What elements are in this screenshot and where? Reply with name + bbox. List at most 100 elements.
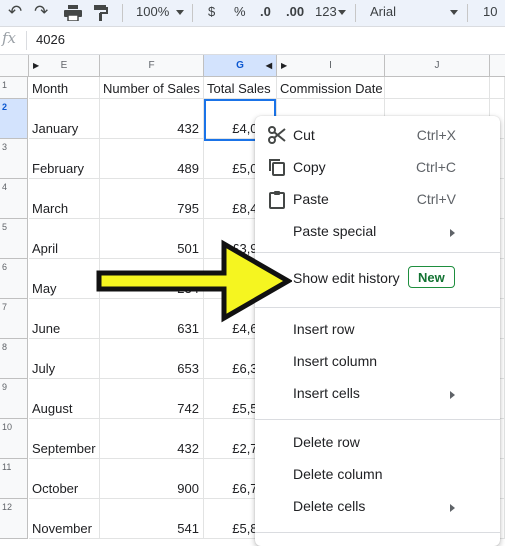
menu-shortcut: Ctrl+C — [415, 159, 456, 175]
formula-divider — [26, 31, 27, 50]
cell-month[interactable]: August — [29, 379, 100, 419]
cell-month[interactable]: July — [29, 339, 100, 379]
header-cell[interactable] — [385, 77, 490, 99]
undo-icon[interactable]: ↶ — [8, 0, 22, 26]
row-header[interactable]: 11 — [0, 459, 28, 499]
header-cell[interactable]: Month — [29, 77, 100, 99]
column-label: F — [148, 60, 155, 71]
cell-month[interactable]: June — [29, 299, 100, 339]
formula-input[interactable]: 4026 — [36, 32, 65, 47]
header-cell[interactable]: Total Sales — [204, 77, 277, 99]
currency-button[interactable]: $ — [208, 0, 215, 26]
column-label: I — [329, 60, 332, 71]
print-icon[interactable] — [64, 5, 82, 22]
font-size-input[interactable]: 10 — [483, 0, 497, 26]
column-header-i[interactable]: ▶ I — [277, 55, 385, 77]
cell-month[interactable]: April — [29, 219, 100, 259]
cell-text: March — [32, 201, 69, 216]
row-header[interactable]: 3 — [0, 139, 28, 179]
font-select[interactable]: Arial — [370, 0, 396, 26]
menu-item-label: Copy — [293, 159, 326, 175]
cell-month[interactable]: February — [29, 139, 100, 179]
fx-icon: fx — [2, 29, 17, 47]
row-header[interactable]: 1 — [0, 77, 28, 99]
row-header[interactable]: 6 — [0, 259, 28, 299]
row-header[interactable]: 5 — [0, 219, 28, 259]
cell-text: April — [32, 241, 59, 256]
menu-divider — [255, 419, 500, 420]
menu-item-insert-cells[interactable]: Insert cells — [255, 379, 500, 409]
percent-button[interactable]: % — [234, 0, 246, 26]
cell-text: June — [32, 321, 61, 336]
paint-format-icon[interactable] — [94, 5, 108, 21]
cell-month[interactable]: November — [29, 499, 100, 539]
cell-month[interactable]: May — [29, 259, 100, 299]
cell-text: February — [32, 161, 85, 176]
cell-number-of-sales[interactable]: 541 — [100, 499, 204, 539]
clipboard-icon — [269, 191, 285, 209]
header-cell[interactable]: Number of Sales — [100, 77, 204, 99]
toolbar-divider — [192, 4, 193, 22]
header-cell[interactable]: Commission Date — [277, 77, 385, 99]
menu-item-label: Paste — [293, 191, 329, 207]
cell-number-of-sales[interactable]: 795 — [100, 179, 204, 219]
menu-item-copy[interactable]: Copy Ctrl+C — [255, 153, 500, 183]
cell-number-of-sales[interactable]: 489 — [100, 139, 204, 179]
cell-number-of-sales[interactable]: 900 — [100, 459, 204, 499]
cell-text: May — [32, 281, 57, 296]
menu-item-cut[interactable]: Cut Ctrl+X — [255, 121, 500, 151]
header-cell[interactable] — [490, 77, 505, 99]
cell-text: 795 — [177, 201, 199, 216]
font-dropdown-icon[interactable] — [450, 10, 458, 15]
cell-text: September — [32, 441, 96, 456]
cell-month[interactable]: January — [29, 99, 100, 139]
menu-item-label: Delete row — [293, 434, 360, 450]
menu-item-label: Delete cells — [293, 498, 366, 514]
zoom-select[interactable]: 100% — [136, 0, 169, 26]
column-header-g[interactable]: G ◀ — [204, 55, 277, 77]
menu-shortcut: Ctrl+V — [416, 191, 456, 207]
select-all-corner[interactable] — [0, 55, 29, 77]
cell-number-of-sales[interactable]: 432 — [100, 419, 204, 459]
cell-month[interactable]: October — [29, 459, 100, 499]
column-header-e[interactable]: ▶ E — [29, 55, 100, 77]
column-label: J — [434, 60, 440, 71]
menu-item-delete-column[interactable]: Delete column — [255, 460, 500, 490]
menu-item-delete-row[interactable]: Delete row — [255, 428, 500, 458]
menu-item-delete-cells[interactable]: Delete cells — [255, 492, 500, 522]
redo-icon[interactable]: ↷ — [34, 0, 48, 26]
menu-item-label: Show edit history — [293, 270, 400, 286]
scissors-icon — [268, 126, 286, 144]
cell-month[interactable]: September — [29, 419, 100, 459]
menu-item-label: Insert cells — [293, 385, 360, 401]
row-header[interactable]: 12 — [0, 499, 28, 539]
cell-text: Total Sales — [207, 81, 271, 96]
row-header[interactable]: 10 — [0, 419, 28, 459]
row-header[interactable]: 4 — [0, 179, 28, 219]
row-header[interactable]: 7 — [0, 299, 28, 339]
zoom-dropdown-icon[interactable] — [176, 10, 184, 15]
decrease-decimal-button[interactable]: .0 — [260, 0, 271, 26]
menu-item-insert-column[interactable]: Insert column — [255, 347, 500, 377]
cell-number-of-sales[interactable]: 742 — [100, 379, 204, 419]
column-header-f[interactable]: F — [100, 55, 204, 77]
row-header[interactable]: 2 — [0, 99, 28, 139]
more-formats-dropdown-icon[interactable] — [338, 10, 346, 15]
cell-text: 653 — [177, 361, 199, 376]
row-header[interactable]: 8 — [0, 339, 28, 379]
column-collapse-arrow-icon: ◀ — [265, 61, 272, 70]
cell-number-of-sales[interactable]: 432 — [100, 99, 204, 139]
column-header-j[interactable]: J — [385, 55, 490, 77]
menu-shortcut: Ctrl+X — [416, 127, 456, 143]
cell-month[interactable]: March — [29, 179, 100, 219]
column-header-next[interactable] — [490, 55, 505, 77]
menu-item-label: Cut — [293, 127, 315, 143]
cell-text: 900 — [177, 481, 199, 496]
row-header[interactable]: 9 — [0, 379, 28, 419]
increase-decimal-button[interactable]: .00 — [286, 0, 304, 26]
menu-item-paste[interactable]: Paste Ctrl+V — [255, 185, 500, 215]
cell-number-of-sales[interactable]: 653 — [100, 339, 204, 379]
cell-text: November — [32, 521, 92, 536]
more-formats-button[interactable]: 123 — [315, 0, 337, 26]
new-badge: New — [408, 266, 455, 288]
